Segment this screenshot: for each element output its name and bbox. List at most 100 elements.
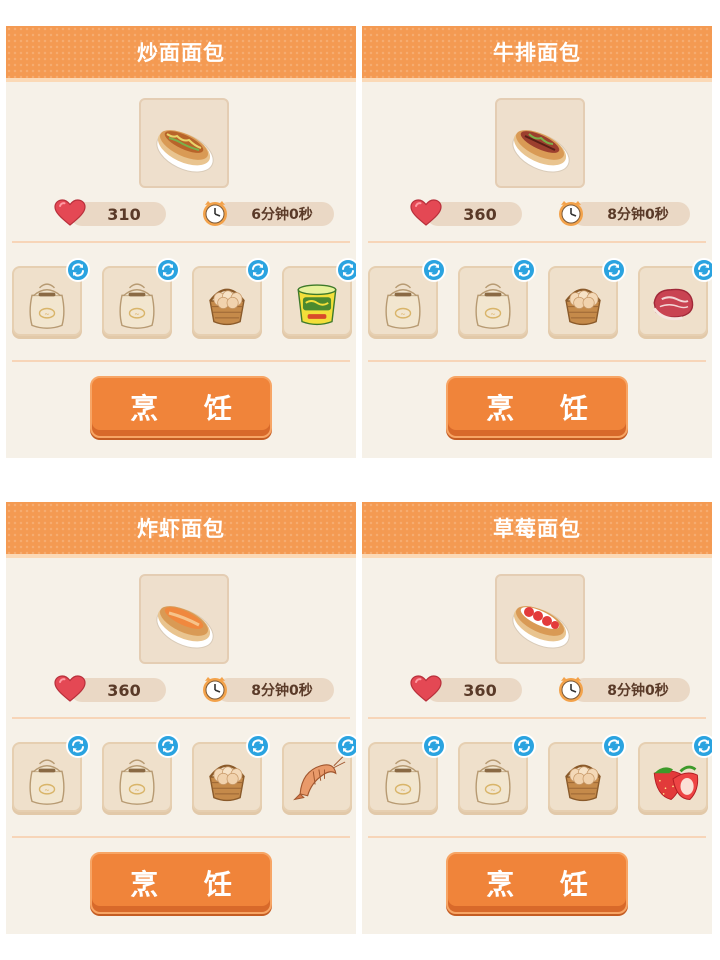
raw-steak-icon <box>653 288 694 321</box>
shrimp-icon <box>293 756 346 801</box>
flour-sack-icon: ~ <box>385 283 421 329</box>
swap-arrows-icon <box>72 263 84 277</box>
flour-sack-icon: ~ <box>29 759 65 805</box>
swap-ingredient-button[interactable] <box>156 734 180 758</box>
ingredient-slot[interactable]: ~ <box>458 734 536 812</box>
cook-button[interactable]: 烹 饪 <box>90 376 272 438</box>
ingredient-slot[interactable] <box>638 258 712 336</box>
dish-image-frame <box>139 574 229 664</box>
svg-text:~: ~ <box>400 786 406 794</box>
flour-sack-icon: ~ <box>119 759 155 805</box>
swap-arrows-icon <box>162 263 174 277</box>
ingredient-slot[interactable] <box>638 734 712 812</box>
cook-time: 8分钟0秒 <box>216 678 334 702</box>
swap-arrows-icon <box>698 263 710 277</box>
swap-ingredient-button[interactable] <box>692 258 712 282</box>
ingredient-slot[interactable]: ~ <box>368 258 446 336</box>
flour-sack-icon: ~ <box>475 759 511 805</box>
recipe-stats: 360 8分钟0秒 <box>362 674 712 704</box>
swap-ingredient-button[interactable] <box>512 734 536 758</box>
ingredient-slot[interactable] <box>282 258 356 336</box>
swap-ingredient-button[interactable] <box>246 734 270 758</box>
strawberry-icon <box>653 765 699 801</box>
divider <box>12 360 350 362</box>
divider <box>368 241 706 243</box>
swap-ingredient-button[interactable] <box>336 258 356 282</box>
svg-text:~: ~ <box>44 786 50 794</box>
ingredient-slot[interactable]: ~ <box>102 734 180 812</box>
swap-ingredient-button[interactable] <box>246 258 270 282</box>
ingredient-slot[interactable]: ~ <box>458 258 536 336</box>
cook-time: 8分钟0秒 <box>572 678 690 702</box>
clock-icon <box>203 201 227 226</box>
recipe-stats: 360 8分钟0秒 <box>6 674 356 704</box>
strawberry-bun-icon <box>512 606 570 649</box>
heart-icon <box>54 199 86 226</box>
card-header: 炒面面包 <box>6 26 356 82</box>
swap-arrows-icon <box>698 739 710 753</box>
clock-icon <box>559 677 583 702</box>
swap-ingredient-button[interactable] <box>156 258 180 282</box>
recipe-stats: 360 8分钟0秒 <box>362 198 712 228</box>
flour-sack-icon: ~ <box>475 283 511 329</box>
cook-button[interactable]: 烹 饪 <box>90 852 272 914</box>
swap-ingredient-button[interactable] <box>336 734 356 758</box>
ingredient-slot[interactable] <box>192 258 270 336</box>
svg-text:~: ~ <box>44 310 50 318</box>
recipe-title: 炸虾面包 <box>137 517 225 541</box>
clock-icon <box>203 677 227 702</box>
swap-ingredient-button[interactable] <box>602 258 626 282</box>
egg-basket-icon <box>565 764 601 802</box>
swap-ingredient-button[interactable] <box>512 258 536 282</box>
swap-arrows-icon <box>252 263 264 277</box>
swap-arrows-icon <box>428 739 440 753</box>
recipe-card: 草莓面包 360 8分钟0秒 ~ ~ 烹 饪 <box>362 502 712 934</box>
ingredient-slot[interactable] <box>192 734 270 812</box>
flour-sack-icon: ~ <box>29 283 65 329</box>
heart-icon <box>410 675 442 702</box>
card-header: 牛排面包 <box>362 26 712 82</box>
clock-icon <box>559 201 583 226</box>
flour-sack-icon: ~ <box>385 759 421 805</box>
recipe-card: 炸虾面包 360 8分钟0秒 ~ ~ 烹 饪 <box>6 502 356 934</box>
divider <box>368 836 706 838</box>
ingredient-slot[interactable]: ~ <box>12 258 90 336</box>
instant-noodle-cup-icon <box>297 284 337 326</box>
swap-ingredient-button[interactable] <box>422 258 446 282</box>
swap-arrows-icon <box>162 739 174 753</box>
flour-sack-icon: ~ <box>119 283 155 329</box>
dish-image-frame <box>495 574 585 664</box>
ingredient-row: ~ ~ <box>6 258 356 344</box>
ingredient-row: ~ ~ <box>362 734 712 820</box>
swap-arrows-icon <box>608 739 620 753</box>
divider <box>368 360 706 362</box>
dish-image-frame <box>139 98 229 188</box>
divider <box>368 717 706 719</box>
recipe-card: 牛排面包 360 8分钟0秒 ~ ~ 烹 饪 <box>362 26 712 458</box>
svg-text:~: ~ <box>134 786 140 794</box>
svg-text:~: ~ <box>490 786 496 794</box>
ingredient-slot[interactable] <box>548 734 626 812</box>
swap-ingredient-button[interactable] <box>66 258 90 282</box>
recipe-title: 牛排面包 <box>493 41 581 65</box>
ingredient-slot[interactable] <box>548 258 626 336</box>
svg-text:~: ~ <box>400 310 406 318</box>
swap-ingredient-button[interactable] <box>422 734 446 758</box>
ingredient-row: ~ ~ <box>6 734 356 820</box>
swap-ingredient-button[interactable] <box>602 734 626 758</box>
heart-icon <box>54 675 86 702</box>
ingredient-slot[interactable] <box>282 734 356 812</box>
ingredient-slot[interactable]: ~ <box>368 734 446 812</box>
divider <box>12 836 350 838</box>
swap-arrows-icon <box>428 263 440 277</box>
cook-button[interactable]: 烹 饪 <box>446 376 628 438</box>
cook-button[interactable]: 烹 饪 <box>446 852 628 914</box>
egg-basket-icon <box>565 288 601 326</box>
heart-icon <box>410 199 442 226</box>
dish-image-frame <box>495 98 585 188</box>
recipe-title: 草莓面包 <box>493 517 581 541</box>
swap-ingredient-button[interactable] <box>66 734 90 758</box>
ingredient-slot[interactable]: ~ <box>102 258 180 336</box>
swap-ingredient-button[interactable] <box>692 734 712 758</box>
ingredient-slot[interactable]: ~ <box>12 734 90 812</box>
